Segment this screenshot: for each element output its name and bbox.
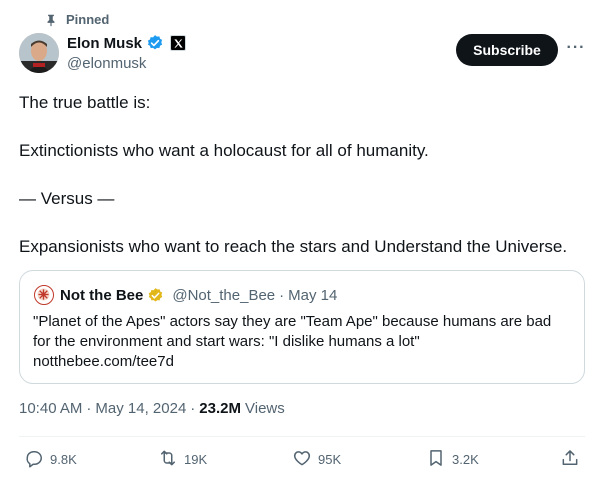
reply-count: 9.8K bbox=[50, 452, 77, 467]
share-button[interactable] bbox=[560, 448, 580, 471]
bookmark-icon bbox=[426, 448, 446, 471]
tweet-meta: 10:40 AM · May 14, 2024 · 23.2M Views bbox=[19, 400, 285, 417]
share-icon bbox=[560, 448, 580, 471]
author-display-name[interactable]: Elon Musk bbox=[67, 35, 142, 52]
tweet-text-line: The true battle is: bbox=[19, 93, 151, 112]
x-logo-icon[interactable] bbox=[170, 35, 187, 51]
tweet-time[interactable]: 10:40 AM bbox=[19, 400, 82, 417]
more-options-icon[interactable]: ··· bbox=[566, 38, 586, 58]
subscribe-button[interactable]: Subscribe bbox=[456, 34, 558, 66]
quoted-display-name[interactable]: Not the Bee bbox=[60, 287, 143, 304]
tweet-date[interactable]: May 14, 2024 bbox=[95, 400, 186, 417]
quoted-text-line: for the environment and start wars: "I d… bbox=[33, 333, 420, 350]
repost-icon bbox=[158, 448, 178, 471]
engagement-bar: 9.8K 19K 95K 3.2K bbox=[0, 448, 608, 476]
like-button[interactable]: 95K bbox=[292, 448, 341, 471]
author-info: Elon Musk @elonmusk bbox=[67, 34, 187, 72]
pin-icon bbox=[44, 13, 58, 27]
avatar[interactable] bbox=[19, 33, 59, 73]
meta-separator: · bbox=[86, 400, 92, 417]
quoted-text-line: "Planet of the Apes" actors say they are… bbox=[33, 313, 552, 330]
reply-button[interactable]: 9.8K bbox=[24, 448, 77, 471]
quoted-date: May 14 bbox=[288, 286, 338, 304]
pinned-indicator: Pinned bbox=[44, 12, 109, 27]
tweet-text-line: Extinctionists who want a holocaust for … bbox=[19, 141, 429, 160]
views-count: 23.2M bbox=[199, 400, 241, 417]
author-handle[interactable]: @elonmusk bbox=[67, 55, 186, 72]
repost-count: 19K bbox=[184, 452, 208, 467]
quoted-handle: @Not_the_Bee bbox=[172, 286, 276, 304]
verified-badge-icon[interactable] bbox=[146, 34, 164, 52]
tweet-text-line: Expansionists who want to reach the star… bbox=[19, 237, 568, 256]
quoted-separator: · bbox=[279, 286, 285, 304]
quoted-link[interactable]: notthebee.com/tee7d bbox=[33, 352, 578, 372]
quoted-text: "Planet of the Apes" actors say they are… bbox=[33, 312, 578, 372]
bookmark-button[interactable]: 3.2K bbox=[426, 448, 479, 471]
heart-icon bbox=[292, 448, 312, 471]
meta-separator: · bbox=[190, 400, 196, 417]
quoted-tweet-card[interactable]: Not the Bee @Not_the_Bee · May 14 "Plane… bbox=[19, 270, 585, 384]
quoted-avatar[interactable] bbox=[34, 285, 54, 305]
repost-button[interactable]: 19K bbox=[158, 448, 207, 471]
bookmark-count: 3.2K bbox=[452, 452, 479, 467]
divider bbox=[19, 436, 585, 437]
pinned-label: Pinned bbox=[66, 12, 110, 27]
like-count: 95K bbox=[318, 452, 342, 467]
verified-org-badge-icon bbox=[147, 287, 164, 304]
reply-icon bbox=[24, 448, 44, 471]
tweet-text-line: — Versus — bbox=[19, 189, 115, 208]
views-label: Views bbox=[245, 400, 285, 417]
